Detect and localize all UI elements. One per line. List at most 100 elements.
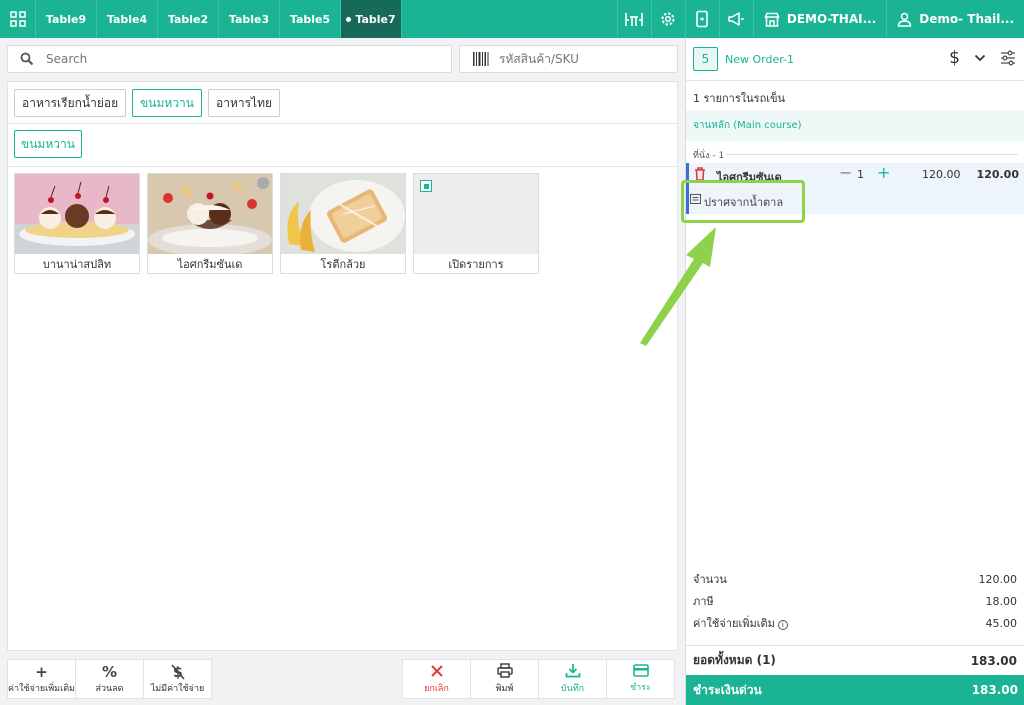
no-charge-button[interactable]: $ ไม่มีค่าใช้จ่าย (143, 659, 212, 699)
tab-label: Table3 (228, 12, 270, 26)
product-card[interactable]: ไอศกรีมซันเด (147, 173, 273, 274)
tab-label: Table4 (106, 12, 148, 26)
order-header-actions: $ (949, 48, 1016, 68)
quick-pay-button[interactable]: ชำระเงินด่วน 183.00 (686, 675, 1024, 705)
tab-table5[interactable]: Table5 (280, 0, 341, 38)
bottom-left-actions: + ค่าใช้จ่ายเพิ่มเติม % ส่วนลด $ ไม่มีค่… (7, 659, 212, 699)
category-dessert[interactable]: ขนมหวาน (132, 89, 202, 117)
trash-icon[interactable] (694, 167, 706, 181)
discount-button[interactable]: % ส่วนลด (75, 659, 144, 699)
guest-count-button[interactable]: 5 (693, 47, 718, 71)
subtotal-row: จำนวน 120.00 (686, 568, 1024, 590)
user-icon (898, 12, 912, 27)
print-label: พิมพ์ (495, 684, 514, 694)
tab-label: Table9 (45, 12, 87, 26)
tax-label: ภาษี (693, 595, 714, 608)
quick-pay-total: 183.00 (971, 683, 1018, 697)
quantity-value: 1 (857, 168, 864, 181)
no-charge-icon: $ (170, 664, 185, 681)
open-item-image (414, 174, 538, 254)
order-panel: 5 New Order-1 $ 1 รายการในรถเข็น จานหลัก… (685, 38, 1024, 705)
line-item-total: 120.00 (976, 168, 1019, 181)
search-box (7, 45, 452, 73)
tab-table3[interactable]: Table3 (219, 0, 280, 38)
plus-icon: + (35, 663, 48, 681)
seat-divider (726, 154, 1018, 155)
grand-total-row: ยอดทั้งหมด (1) 183.00 (686, 645, 1024, 675)
user-label: Demo- Thail... (919, 12, 1014, 26)
card-icon (632, 664, 649, 677)
order-name[interactable]: New Order-1 (725, 53, 794, 66)
settings-icon[interactable] (650, 0, 685, 38)
total-value: 183.00 (970, 653, 1017, 668)
category-row: อาหารเรียกน้ำย่อย ขนมหวาน อาหารไทย (14, 89, 281, 117)
tab-label: Table5 (289, 12, 331, 26)
course-header[interactable]: จานหลัก (Main course) (686, 110, 1024, 141)
extra-charge-button[interactable]: + ค่าใช้จ่ายเพิ่มเติม (7, 659, 76, 699)
extra-charge-row: ค่าใช้จ่ายเพิ่มเติม i 45.00 (686, 612, 1024, 634)
product-name: ไอศกรีมซันเด (177, 258, 243, 271)
pay-button[interactable]: ชำระ (606, 659, 675, 699)
sku-input[interactable] (499, 52, 669, 66)
bottom-right-actions: ยกเลิก พิมพ์ บันทึก ชำระ (402, 659, 675, 699)
store-label: DEMO-THAI... (786, 12, 877, 26)
product-card[interactable]: เปิดรายการ (413, 173, 539, 274)
save-label: บันทึก (560, 684, 585, 694)
announcement-icon[interactable] (718, 0, 753, 38)
dollar-icon[interactable]: $ (949, 48, 960, 68)
line-item-price: 120.00 (922, 168, 961, 181)
discount-label: ส่วนลด (95, 684, 124, 694)
tax-row: ภาษี 18.00 (686, 590, 1024, 612)
store-selector[interactable]: DEMO-THAI... (752, 0, 886, 38)
product-card[interactable]: โรตีกล้วย (280, 173, 406, 274)
percent-icon: % (101, 663, 118, 681)
quantity-decrease-button[interactable]: − (839, 163, 852, 182)
total-label: ยอดทั้งหมด (1) (693, 653, 776, 667)
quantity-increase-button[interactable]: + (877, 163, 890, 182)
category-thai-food[interactable]: อาหารไทย (208, 89, 281, 117)
category-appetizer[interactable]: อาหารเรียกน้ำย่อย (14, 89, 127, 117)
active-dot (346, 16, 352, 22)
subcategory-row: ขนมหวาน (14, 130, 82, 158)
grid-menu-icon[interactable] (0, 0, 36, 38)
subcategory-dessert[interactable]: ขนมหวาน (14, 130, 82, 158)
quick-pay-label: ชำระเงินด่วน (693, 682, 762, 697)
mobile-order-icon[interactable] (684, 0, 719, 38)
product-name: เปิดรายการ (448, 258, 504, 271)
product-name: โรตีกล้วย (320, 258, 366, 271)
tab-table9[interactable]: Table9 (36, 0, 97, 38)
product-name: บานาน่าสปลิท (42, 258, 112, 271)
extra-charge-label: ค่าใช้จ่ายเพิ่มเติม (8, 684, 75, 694)
table-tabs: Table9 Table4 Table2 Table3 Table5 Table… (36, 0, 402, 38)
user-menu[interactable]: Demo- Thail... (886, 0, 1024, 38)
sku-box (459, 45, 678, 73)
sundae-image (148, 174, 272, 254)
cancel-button[interactable]: ยกเลิก (402, 659, 471, 699)
tab-label: Table7 (355, 12, 396, 26)
top-right-actions: DEMO-THAI... Demo- Thail... (616, 0, 1024, 38)
filter-settings-icon[interactable] (1000, 50, 1016, 66)
tab-label: Table2 (167, 12, 209, 26)
banana-roti-image (281, 174, 405, 254)
print-button[interactable]: พิมพ์ (470, 659, 539, 699)
top-bar: Table9 Table4 Table2 Table3 Table5 Table… (0, 0, 1024, 38)
extra-charge-summary-label: ค่าใช้จ่ายเพิ่มเติม (693, 617, 775, 630)
tab-table4[interactable]: Table4 (97, 0, 158, 38)
info-icon[interactable]: i (777, 620, 788, 630)
save-button[interactable]: บันทึก (538, 659, 607, 699)
tab-table7[interactable]: Table7 (341, 0, 402, 38)
download-icon (565, 664, 580, 678)
chevron-down-icon[interactable] (974, 54, 986, 62)
product-card[interactable]: บานาน่าสปลิท (14, 173, 140, 274)
tab-table2[interactable]: Table2 (158, 0, 219, 38)
category-divider (8, 123, 677, 124)
table-layout-icon[interactable] (616, 0, 651, 38)
pay-label: ชำระ (630, 683, 651, 693)
extra-charge-value: 45.00 (985, 616, 1018, 630)
cart-items-count: 1 รายการในรถเข็น (693, 92, 786, 105)
subtotal-label: จำนวน (693, 573, 727, 586)
search-input[interactable] (46, 52, 346, 66)
menu-panel: อาหารเรียกน้ำย่อย ขนมหวาน อาหารไทย ขนมหว… (7, 81, 678, 651)
check-icon (257, 177, 269, 189)
product-grid: บานาน่าสปลิท ไอศกรีมซันเด โรตีกล้วย เปิด… (14, 173, 539, 274)
